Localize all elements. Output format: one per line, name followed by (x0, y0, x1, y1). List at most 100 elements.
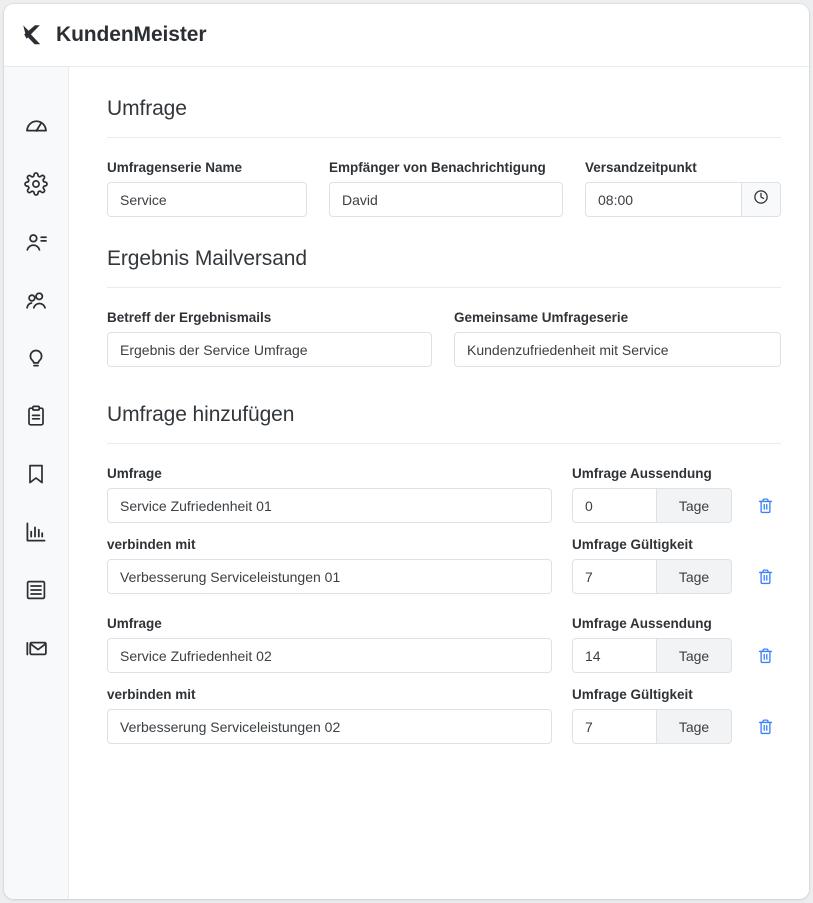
clock-icon (753, 189, 769, 210)
field-label: Umfragenserie Name (107, 160, 243, 175)
dispatch-days-input[interactable]: 14 (572, 638, 657, 673)
brand-name: KundenMeister (56, 23, 207, 46)
survey-row: Umfrage Service Zufriedenheit 02 Umfrage… (107, 616, 781, 673)
section-heading: Ergebnis Mailversand (107, 247, 307, 270)
field-joint-series: Gemeinsame Umfrageserie Kundenzufriedenh… (454, 310, 781, 367)
delete-survey-button[interactable] (752, 638, 778, 673)
result-mail-row: Betreff der Ergebnismails Ergebnis der S… (107, 310, 781, 367)
recipient-input[interactable]: David (329, 182, 563, 217)
dispatch-days-group: 0 Tage (572, 488, 732, 523)
field-label: Umfrage Gültigkeit (572, 687, 693, 702)
main-content: Umfrage Umfragenserie Name Service Empfä… (69, 67, 809, 899)
user-details-icon (24, 230, 49, 255)
trash-icon (757, 497, 774, 514)
validity-days-group: 7 Tage (572, 709, 732, 744)
days-unit-label: Tage (657, 709, 732, 744)
clipboard-icon (24, 404, 48, 428)
dispatch-days-group: 14 Tage (572, 638, 732, 673)
field-label: verbinden mit (107, 537, 196, 552)
time-picker-button[interactable] (742, 182, 781, 217)
delete-link-button[interactable] (752, 709, 778, 744)
field-label: Empfänger von Benachrichtigung (329, 160, 546, 175)
sidebar-item-dashboard[interactable] (13, 97, 59, 155)
field-label: Gemeinsame Umfrageserie (454, 310, 629, 325)
sidebar-item-lists[interactable] (13, 561, 59, 619)
field-survey-validity: Umfrage Gültigkeit 7 Tage (572, 687, 732, 744)
section-result-mail: Ergebnis Mailversand Betreff der Ergebni… (107, 247, 781, 367)
field-label: Umfrage (107, 616, 162, 631)
survey-block: Umfrage Service Zufriedenheit 01 Umfrage… (107, 466, 781, 594)
section-survey: Umfrage Umfragenserie Name Service Empfä… (107, 97, 781, 217)
dispatch-days-input[interactable]: 0 (572, 488, 657, 523)
send-time-group: 08:00 (585, 182, 781, 217)
section-divider (107, 137, 781, 138)
page-title: Umfrage (107, 97, 187, 120)
survey-row: Umfrage Service Zufriedenheit 01 Umfrage… (107, 466, 781, 523)
days-unit-label: Tage (657, 638, 732, 673)
app-window: KundenMeister Umfrage Umfragenserie Name… (4, 4, 809, 899)
field-label: Umfrage Gültigkeit (572, 537, 693, 552)
survey-name-input[interactable]: Service Zufriedenheit 02 (107, 638, 552, 673)
field-label: verbinden mit (107, 687, 196, 702)
section-divider (107, 443, 781, 444)
days-unit-label: Tage (657, 488, 732, 523)
subject-input[interactable]: Ergebnis der Service Umfrage (107, 332, 432, 367)
field-send-time: Versandzeitpunkt 08:00 (585, 160, 781, 217)
sidebar-item-groups[interactable] (13, 271, 59, 329)
field-survey-name: Umfrage Service Zufriedenheit 02 (107, 616, 552, 673)
field-label: Umfrage Aussendung (572, 616, 712, 631)
sidebar-nav (4, 67, 69, 899)
link-name-input[interactable]: Verbesserung Serviceleistungen 02 (107, 709, 552, 744)
app-header: KundenMeister (4, 4, 809, 67)
sidebar-item-ideas[interactable] (13, 329, 59, 387)
list-table-icon (24, 578, 48, 602)
sidebar-item-tasks[interactable] (13, 387, 59, 445)
delete-survey-button[interactable] (752, 488, 778, 523)
survey-name-input[interactable]: Service Zufriedenheit 01 (107, 488, 552, 523)
lightbulb-icon (24, 346, 48, 370)
series-name-input[interactable]: Service (107, 182, 307, 217)
field-survey-validity: Umfrage Gültigkeit 7 Tage (572, 537, 732, 594)
bar-chart-icon (24, 520, 48, 544)
validity-days-input[interactable]: 7 (572, 559, 657, 594)
envelope-icon (24, 636, 49, 661)
field-label: Umfrage (107, 466, 162, 481)
field-survey-name: Umfrage Service Zufriedenheit 01 (107, 466, 552, 523)
users-group-icon (24, 288, 49, 313)
field-link-name: verbinden mit Verbesserung Serviceleistu… (107, 687, 552, 744)
dashboard-gauge-icon (24, 114, 49, 139)
delete-link-button[interactable] (752, 559, 778, 594)
brand-logo[interactable]: KundenMeister (19, 22, 206, 48)
bookmark-icon (24, 462, 48, 486)
sidebar-item-bookmarks[interactable] (13, 445, 59, 503)
sidebar-item-contacts[interactable] (13, 213, 59, 271)
validity-days-input[interactable]: 7 (572, 709, 657, 744)
section-add-survey: Umfrage hinzufügen Umfrage Service Zufri… (107, 403, 781, 744)
send-time-input[interactable]: 08:00 (585, 182, 742, 217)
trash-icon (757, 647, 774, 664)
field-recipient: Empfänger von Benachrichtigung David (329, 160, 563, 217)
survey-block: Umfrage Service Zufriedenheit 02 Umfrage… (107, 616, 781, 744)
survey-meta-row: Umfragenserie Name Service Empfänger von… (107, 160, 781, 217)
field-label: Betreff der Ergebnismails (107, 310, 272, 325)
sidebar-item-settings[interactable] (13, 155, 59, 213)
section-divider (107, 287, 781, 288)
trash-icon (757, 718, 774, 735)
field-survey-dispatch: Umfrage Aussendung 14 Tage (572, 616, 732, 673)
link-row: verbinden mit Verbesserung Serviceleistu… (107, 537, 781, 594)
trash-icon (757, 568, 774, 585)
sidebar-item-reports[interactable] (13, 503, 59, 561)
gear-icon (24, 172, 48, 196)
joint-series-input[interactable]: Kundenzufriedenheit mit Service (454, 332, 781, 367)
link-row: verbinden mit Verbesserung Serviceleistu… (107, 687, 781, 744)
k-logo-icon (19, 22, 45, 48)
field-label: Versandzeitpunkt (585, 160, 697, 175)
field-survey-dispatch: Umfrage Aussendung 0 Tage (572, 466, 732, 523)
sidebar-item-mail[interactable] (13, 619, 59, 677)
validity-days-group: 7 Tage (572, 559, 732, 594)
link-name-input[interactable]: Verbesserung Serviceleistungen 01 (107, 559, 552, 594)
field-series-name: Umfragenserie Name Service (107, 160, 307, 217)
field-subject: Betreff der Ergebnismails Ergebnis der S… (107, 310, 432, 367)
field-link-name: verbinden mit Verbesserung Serviceleistu… (107, 537, 552, 594)
days-unit-label: Tage (657, 559, 732, 594)
